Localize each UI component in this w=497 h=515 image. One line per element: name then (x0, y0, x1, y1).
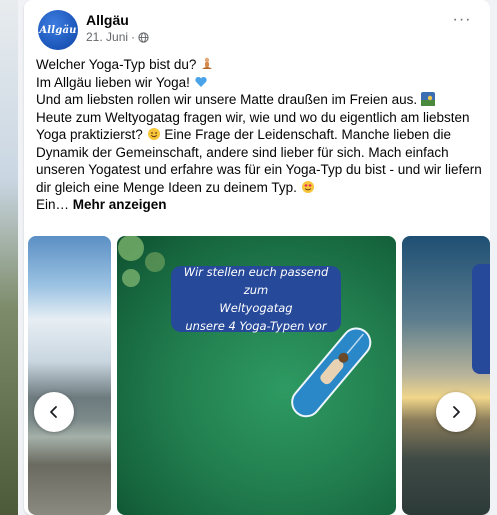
page-background-edge (490, 0, 497, 515)
carousel-image-current[interactable]: Wir stellen euch passend zum Weltyogatag… (117, 236, 396, 515)
chevron-left-icon (50, 406, 57, 418)
post-header: Allgäu Allgäu 21. Juni · ··· (36, 10, 476, 50)
yoga-person-emoji-icon (202, 57, 213, 69)
see-more-link[interactable]: Mehr anzeigen (73, 197, 167, 212)
avatar[interactable]: Allgäu (38, 10, 78, 50)
sunrise-landscape-emoji-icon (420, 92, 435, 106)
blue-heart-icon (194, 76, 207, 87)
carousel-prev-button[interactable] (34, 392, 74, 432)
background-image-strip (0, 0, 18, 515)
more-options-button[interactable]: ··· (448, 12, 476, 34)
chevron-right-icon (453, 406, 460, 418)
caption-line-1: Wir stellen euch passend zum (183, 265, 329, 297)
post-text-line-5: Ein… Mehr anzeigen (36, 197, 167, 212)
meta-separator: · (131, 30, 136, 44)
post-date[interactable]: 21. Juni (86, 30, 128, 44)
carousel-next-button[interactable] (436, 392, 476, 432)
post-text-line-3: Und am liebsten rollen wir unsere Matte … (36, 91, 482, 109)
caption-line-2: Weltyogatag (219, 301, 293, 315)
page-name-link[interactable]: Allgäu (86, 12, 129, 28)
heart-eyes-icon (301, 180, 314, 193)
post-text-line-2: Im Allgäu lieben wir Yoga! (36, 74, 482, 92)
next-slide-caption-tab (472, 264, 490, 374)
image-carousel: Wir stellen euch passend zum Weltyogatag… (24, 236, 490, 515)
post-text-line-4: Heute zum Weltyogatag fragen wir, wie un… (36, 109, 482, 195)
post-text-line-1: Welcher Yoga-Typ bist du? (36, 56, 482, 74)
globe-icon (138, 31, 149, 43)
smiling-face-icon (147, 128, 160, 140)
avatar-logo-text: Allgäu (39, 24, 77, 36)
carousel-image-previous[interactable] (28, 236, 111, 515)
post-text: Welcher Yoga-Typ bist du? Im Allgäu lieb… (36, 56, 482, 214)
post-meta: 21. Juni · (86, 30, 149, 44)
paddle-board-illustration (291, 327, 372, 418)
facebook-post-card: Allgäu Allgäu 21. Juni · ··· Welcher Yog… (24, 0, 490, 515)
